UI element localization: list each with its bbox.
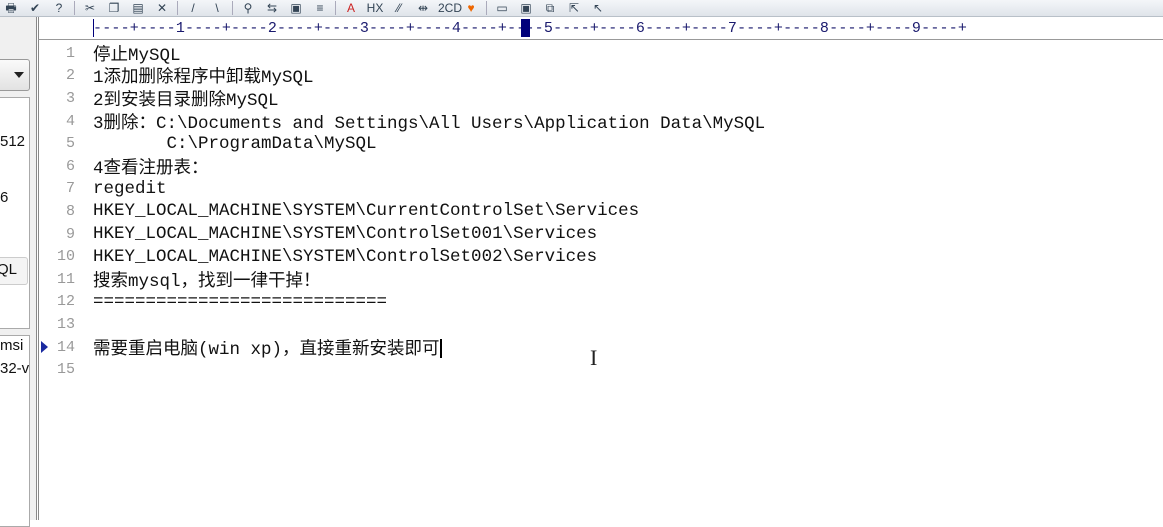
compare-icon[interactable]: 2CD	[438, 1, 462, 15]
line-number: 3	[65, 89, 75, 107]
editor-line[interactable]: 8 HKEY_LOCAL_MACHINE\SYSTEM\CurrentContro…	[39, 200, 1139, 223]
line-text: ============================	[93, 291, 388, 312]
line-number: 5	[65, 135, 75, 153]
dropdown[interactable]	[0, 59, 30, 91]
chevron-down-icon	[14, 72, 24, 83]
copy-icon[interactable]: ❐	[105, 1, 123, 15]
ibeam-cursor-icon: I	[590, 345, 598, 370]
toolbar-separator	[335, 1, 336, 15]
toolbar-separator	[74, 1, 75, 15]
replace-icon[interactable]: ⇆	[263, 1, 281, 15]
editor-line[interactable]: 12 ============================	[39, 291, 1139, 314]
line-text: HKEY_LOCAL_MACHINE\SYSTEM\ControlSet002\…	[93, 246, 598, 267]
pen-icon[interactable]: /	[184, 1, 202, 15]
editor-line[interactable]: 15	[39, 358, 1139, 381]
line-number: 13	[56, 315, 75, 333]
line-text: 1添加删除程序中卸载MySQL	[93, 68, 314, 89]
indent-icon[interactable]: ≡	[311, 1, 329, 15]
editor-line[interactable]: 14 需要重启电脑(win xp)，直接重新安装即可	[39, 336, 1139, 360]
paste-icon[interactable]: ▤	[129, 1, 147, 15]
line-number: 4	[65, 112, 75, 130]
line-text: 3删除：C:\Documents and Settings\All Users\…	[93, 113, 766, 134]
print-icon[interactable]: 🖶	[2, 1, 20, 15]
side-list[interactable]	[0, 97, 30, 329]
line-number: 12	[56, 293, 75, 311]
tile-icon[interactable]: ⧉	[541, 1, 559, 15]
toolbar: 🖶 ✔? ✂ ❐ ▤ ✕ / \ ⚲ ⇆ ▣ ≡ A HX ⁄⁄ ⇹ 2CD ♥ ▭ ▣ ⧉ ⇱ ↖	[0, 0, 1163, 17]
line-number: 9	[65, 225, 75, 243]
export-icon[interactable]: ⇱	[565, 1, 583, 15]
bookmark-icon[interactable]: ♥	[462, 1, 480, 15]
editor-line[interactable]: 4 3删除：C:\Documents and Settings\All Users…	[39, 110, 1139, 134]
find-icon[interactable]: ⚲	[239, 1, 257, 15]
side-panel: 512 6 QL msi 32-v	[0, 17, 37, 527]
hex-icon[interactable]: HX	[366, 1, 384, 15]
editor-line[interactable]: 11 搜索mysql，找到一律干掉！	[39, 268, 1139, 292]
line-text: HKEY_LOCAL_MACHINE\SYSTEM\CurrentControl…	[93, 201, 640, 222]
editor-line[interactable]: 3 2到安装目录删除MySQL	[39, 87, 1139, 111]
goto-icon[interactable]: ▣	[287, 1, 305, 15]
text-editor[interactable]: 1 停止MySQL 2 1添加删除程序中卸载MySQL 3 2到安装目录删除MySQL 4 3…	[38, 40, 1163, 520]
editor-line[interactable]: 5 C:\ProgramData\MySQL	[39, 132, 1139, 155]
help-icon[interactable]: ?	[50, 1, 68, 15]
column-icon[interactable]: ⇹	[414, 1, 432, 15]
text-cursor	[439, 339, 442, 359]
line-text: 停止MySQL	[93, 45, 181, 66]
editor-line[interactable]: 1 停止MySQL	[39, 42, 1139, 66]
line-text: HKEY_LOCAL_MACHINE\SYSTEM\ControlSet001\…	[93, 224, 598, 245]
toolbar-separator	[486, 1, 487, 15]
ruler-cursor-mark	[521, 19, 530, 37]
side-button-label: QL	[0, 261, 18, 278]
editor-line[interactable]: 7 regedit	[39, 178, 1139, 201]
check-icon[interactable]: ✔	[26, 1, 44, 15]
window2-icon[interactable]: ▣	[517, 1, 535, 15]
side-text: msi	[0, 337, 24, 354]
wrap-icon[interactable]: ⁄⁄	[390, 1, 408, 15]
delete-icon[interactable]: ✕	[153, 1, 171, 15]
brush-icon[interactable]: \	[208, 1, 226, 15]
side-button[interactable]: QL	[0, 257, 28, 285]
line-number: 15	[56, 361, 75, 379]
side-text: 6	[0, 189, 9, 206]
line-text: regedit	[93, 178, 167, 199]
editor-line[interactable]: 6 4查看注册表：	[39, 155, 1139, 179]
font-icon[interactable]: A	[342, 1, 360, 15]
line-number: 2	[65, 67, 75, 85]
line-text: 2到安装目录删除MySQL	[93, 90, 279, 111]
ruler-text: ----+----1----+----2----+----3----+----4…	[93, 20, 968, 37]
line-text: 搜索mysql，找到一律干掉！	[93, 271, 321, 292]
line-text: 4查看注册表：	[93, 158, 209, 179]
editor-line[interactable]: 13	[39, 313, 1139, 336]
side-text: 32-v	[0, 360, 30, 377]
editor-line[interactable]: 2 1添加删除程序中卸载MySQL	[39, 65, 1139, 88]
line-number: 11	[56, 270, 75, 288]
cut-icon[interactable]: ✂	[81, 1, 99, 15]
editor-line[interactable]: 9 HKEY_LOCAL_MACHINE\SYSTEM\ControlSet001…	[39, 223, 1139, 246]
window-icon[interactable]: ▭	[493, 1, 511, 15]
line-number: 6	[65, 157, 75, 175]
line-number: 10	[56, 248, 75, 266]
line-number: 8	[65, 202, 75, 220]
cursor-icon[interactable]: ↖	[589, 1, 607, 15]
line-text: 需要重启电脑(win xp)，直接重新安装即可	[93, 339, 442, 360]
toolbar-separator	[232, 1, 233, 15]
column-ruler[interactable]: ----+----1----+----2----+----3----+----4…	[38, 17, 1163, 40]
current-line-marker-icon	[41, 340, 48, 353]
line-number: 1	[65, 44, 75, 62]
side-text: 512	[0, 133, 26, 150]
editor-line[interactable]: 10 HKEY_LOCAL_MACHINE\SYSTEM\ControlSet00…	[39, 245, 1139, 268]
line-text: C:\ProgramData\MySQL	[93, 133, 377, 154]
toolbar-separator	[177, 1, 178, 15]
line-number: 7	[65, 180, 75, 198]
